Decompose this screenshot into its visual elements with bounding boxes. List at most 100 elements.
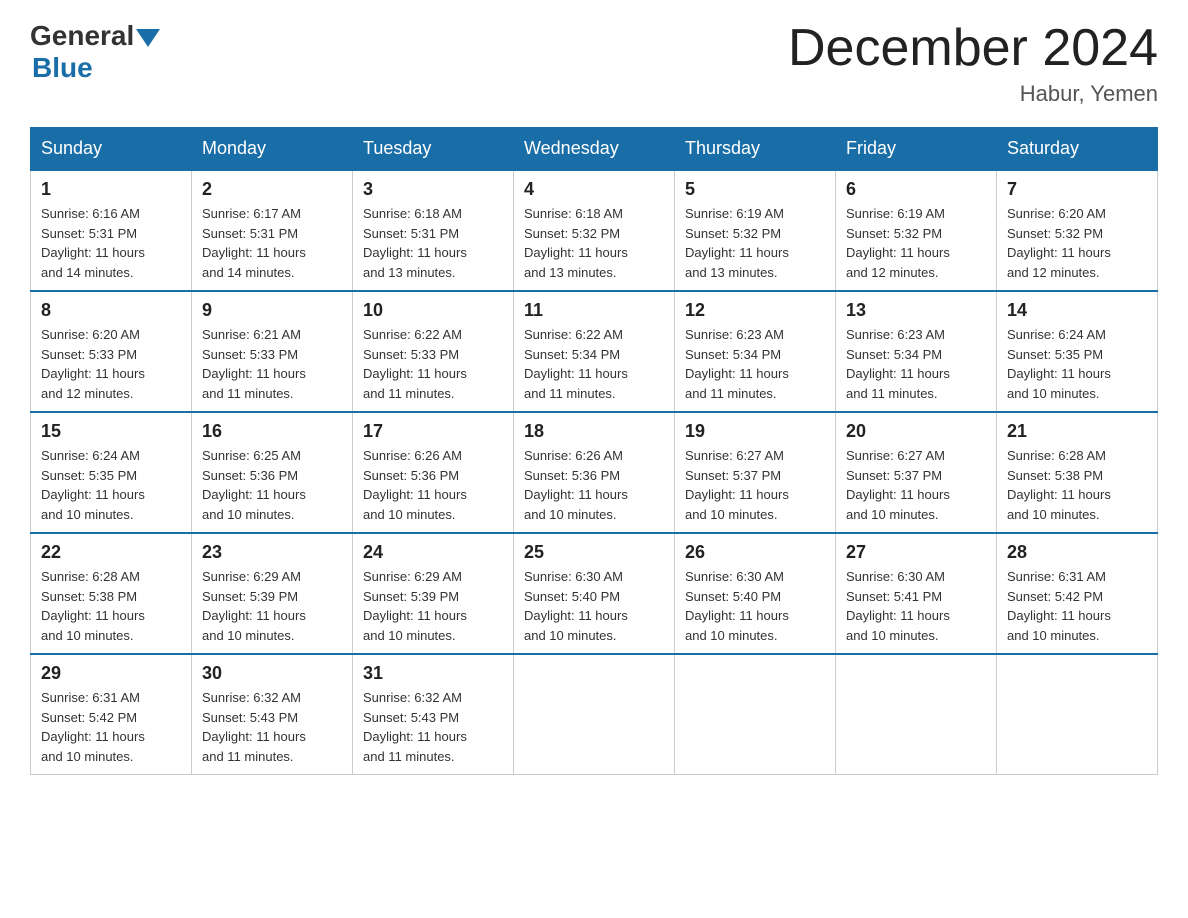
calendar-cell: 3 Sunrise: 6:18 AM Sunset: 5:31 PM Dayli… — [353, 170, 514, 291]
calendar-table: SundayMondayTuesdayWednesdayThursdayFrid… — [30, 127, 1158, 775]
calendar-cell: 9 Sunrise: 6:21 AM Sunset: 5:33 PM Dayli… — [192, 291, 353, 412]
day-number: 22 — [41, 542, 181, 563]
logo: General Blue — [30, 20, 160, 84]
day-info: Sunrise: 6:27 AM Sunset: 5:37 PM Dayligh… — [685, 446, 825, 524]
day-info: Sunrise: 6:20 AM Sunset: 5:32 PM Dayligh… — [1007, 204, 1147, 282]
calendar-cell: 21 Sunrise: 6:28 AM Sunset: 5:38 PM Dayl… — [997, 412, 1158, 533]
day-number: 7 — [1007, 179, 1147, 200]
day-header-tuesday: Tuesday — [353, 128, 514, 171]
day-info: Sunrise: 6:23 AM Sunset: 5:34 PM Dayligh… — [685, 325, 825, 403]
day-info: Sunrise: 6:29 AM Sunset: 5:39 PM Dayligh… — [202, 567, 342, 645]
day-info: Sunrise: 6:18 AM Sunset: 5:31 PM Dayligh… — [363, 204, 503, 282]
day-number: 20 — [846, 421, 986, 442]
calendar-week-row: 15 Sunrise: 6:24 AM Sunset: 5:35 PM Dayl… — [31, 412, 1158, 533]
day-info: Sunrise: 6:30 AM Sunset: 5:40 PM Dayligh… — [685, 567, 825, 645]
day-number: 26 — [685, 542, 825, 563]
calendar-cell: 14 Sunrise: 6:24 AM Sunset: 5:35 PM Dayl… — [997, 291, 1158, 412]
day-number: 12 — [685, 300, 825, 321]
day-info: Sunrise: 6:22 AM Sunset: 5:34 PM Dayligh… — [524, 325, 664, 403]
calendar-cell — [997, 654, 1158, 775]
calendar-cell: 6 Sunrise: 6:19 AM Sunset: 5:32 PM Dayli… — [836, 170, 997, 291]
day-number: 6 — [846, 179, 986, 200]
day-number: 1 — [41, 179, 181, 200]
calendar-cell: 19 Sunrise: 6:27 AM Sunset: 5:37 PM Dayl… — [675, 412, 836, 533]
day-info: Sunrise: 6:28 AM Sunset: 5:38 PM Dayligh… — [41, 567, 181, 645]
day-number: 31 — [363, 663, 503, 684]
day-info: Sunrise: 6:29 AM Sunset: 5:39 PM Dayligh… — [363, 567, 503, 645]
day-number: 2 — [202, 179, 342, 200]
day-info: Sunrise: 6:31 AM Sunset: 5:42 PM Dayligh… — [1007, 567, 1147, 645]
calendar-cell — [675, 654, 836, 775]
day-header-sunday: Sunday — [31, 128, 192, 171]
month-title: December 2024 — [788, 20, 1158, 77]
day-info: Sunrise: 6:24 AM Sunset: 5:35 PM Dayligh… — [1007, 325, 1147, 403]
calendar-cell: 16 Sunrise: 6:25 AM Sunset: 5:36 PM Dayl… — [192, 412, 353, 533]
calendar-cell — [836, 654, 997, 775]
day-info: Sunrise: 6:32 AM Sunset: 5:43 PM Dayligh… — [202, 688, 342, 766]
day-number: 25 — [524, 542, 664, 563]
day-number: 3 — [363, 179, 503, 200]
calendar-cell: 10 Sunrise: 6:22 AM Sunset: 5:33 PM Dayl… — [353, 291, 514, 412]
day-number: 24 — [363, 542, 503, 563]
calendar-cell: 31 Sunrise: 6:32 AM Sunset: 5:43 PM Dayl… — [353, 654, 514, 775]
calendar-cell: 11 Sunrise: 6:22 AM Sunset: 5:34 PM Dayl… — [514, 291, 675, 412]
day-info: Sunrise: 6:30 AM Sunset: 5:40 PM Dayligh… — [524, 567, 664, 645]
day-info: Sunrise: 6:24 AM Sunset: 5:35 PM Dayligh… — [41, 446, 181, 524]
calendar-cell: 23 Sunrise: 6:29 AM Sunset: 5:39 PM Dayl… — [192, 533, 353, 654]
day-info: Sunrise: 6:26 AM Sunset: 5:36 PM Dayligh… — [524, 446, 664, 524]
calendar-cell: 25 Sunrise: 6:30 AM Sunset: 5:40 PM Dayl… — [514, 533, 675, 654]
logo-general-text: General — [30, 20, 134, 52]
day-number: 15 — [41, 421, 181, 442]
calendar-cell: 7 Sunrise: 6:20 AM Sunset: 5:32 PM Dayli… — [997, 170, 1158, 291]
day-info: Sunrise: 6:16 AM Sunset: 5:31 PM Dayligh… — [41, 204, 181, 282]
day-number: 9 — [202, 300, 342, 321]
day-info: Sunrise: 6:30 AM Sunset: 5:41 PM Dayligh… — [846, 567, 986, 645]
page-header: General Blue December 2024 Habur, Yemen — [30, 20, 1158, 107]
day-info: Sunrise: 6:22 AM Sunset: 5:33 PM Dayligh… — [363, 325, 503, 403]
calendar-cell: 2 Sunrise: 6:17 AM Sunset: 5:31 PM Dayli… — [192, 170, 353, 291]
day-number: 28 — [1007, 542, 1147, 563]
calendar-cell: 1 Sunrise: 6:16 AM Sunset: 5:31 PM Dayli… — [31, 170, 192, 291]
logo-arrow-icon — [136, 29, 160, 47]
day-number: 21 — [1007, 421, 1147, 442]
day-info: Sunrise: 6:17 AM Sunset: 5:31 PM Dayligh… — [202, 204, 342, 282]
day-info: Sunrise: 6:31 AM Sunset: 5:42 PM Dayligh… — [41, 688, 181, 766]
day-number: 23 — [202, 542, 342, 563]
day-number: 27 — [846, 542, 986, 563]
day-info: Sunrise: 6:19 AM Sunset: 5:32 PM Dayligh… — [685, 204, 825, 282]
day-info: Sunrise: 6:18 AM Sunset: 5:32 PM Dayligh… — [524, 204, 664, 282]
day-info: Sunrise: 6:32 AM Sunset: 5:43 PM Dayligh… — [363, 688, 503, 766]
day-number: 14 — [1007, 300, 1147, 321]
day-header-thursday: Thursday — [675, 128, 836, 171]
day-info: Sunrise: 6:23 AM Sunset: 5:34 PM Dayligh… — [846, 325, 986, 403]
calendar-cell: 28 Sunrise: 6:31 AM Sunset: 5:42 PM Dayl… — [997, 533, 1158, 654]
day-number: 19 — [685, 421, 825, 442]
day-header-wednesday: Wednesday — [514, 128, 675, 171]
calendar-week-row: 1 Sunrise: 6:16 AM Sunset: 5:31 PM Dayli… — [31, 170, 1158, 291]
day-info: Sunrise: 6:21 AM Sunset: 5:33 PM Dayligh… — [202, 325, 342, 403]
day-number: 29 — [41, 663, 181, 684]
calendar-cell: 8 Sunrise: 6:20 AM Sunset: 5:33 PM Dayli… — [31, 291, 192, 412]
day-number: 4 — [524, 179, 664, 200]
day-header-saturday: Saturday — [997, 128, 1158, 171]
calendar-cell: 18 Sunrise: 6:26 AM Sunset: 5:36 PM Dayl… — [514, 412, 675, 533]
day-number: 30 — [202, 663, 342, 684]
calendar-cell: 5 Sunrise: 6:19 AM Sunset: 5:32 PM Dayli… — [675, 170, 836, 291]
calendar-week-row: 8 Sunrise: 6:20 AM Sunset: 5:33 PM Dayli… — [31, 291, 1158, 412]
calendar-cell: 4 Sunrise: 6:18 AM Sunset: 5:32 PM Dayli… — [514, 170, 675, 291]
day-number: 13 — [846, 300, 986, 321]
calendar-cell: 15 Sunrise: 6:24 AM Sunset: 5:35 PM Dayl… — [31, 412, 192, 533]
day-header-monday: Monday — [192, 128, 353, 171]
day-info: Sunrise: 6:20 AM Sunset: 5:33 PM Dayligh… — [41, 325, 181, 403]
calendar-cell: 22 Sunrise: 6:28 AM Sunset: 5:38 PM Dayl… — [31, 533, 192, 654]
day-number: 16 — [202, 421, 342, 442]
day-number: 17 — [363, 421, 503, 442]
day-header-friday: Friday — [836, 128, 997, 171]
day-number: 11 — [524, 300, 664, 321]
day-info: Sunrise: 6:26 AM Sunset: 5:36 PM Dayligh… — [363, 446, 503, 524]
calendar-cell: 29 Sunrise: 6:31 AM Sunset: 5:42 PM Dayl… — [31, 654, 192, 775]
calendar-cell: 20 Sunrise: 6:27 AM Sunset: 5:37 PM Dayl… — [836, 412, 997, 533]
day-info: Sunrise: 6:28 AM Sunset: 5:38 PM Dayligh… — [1007, 446, 1147, 524]
day-number: 18 — [524, 421, 664, 442]
location-text: Habur, Yemen — [788, 81, 1158, 107]
